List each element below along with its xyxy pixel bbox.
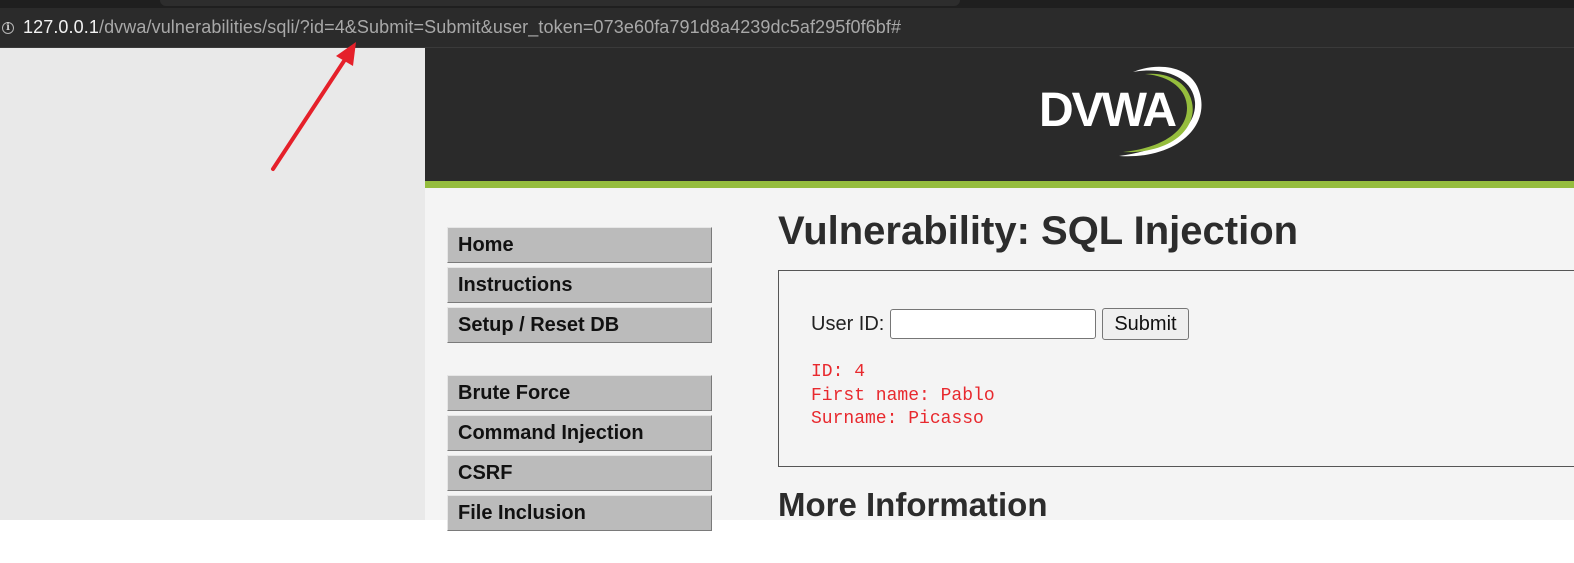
user-id-form: User ID: Submit — [811, 308, 1189, 340]
browser-tab-strip — [0, 0, 1574, 8]
result-id-line: ID: 4 — [811, 362, 866, 382]
dvwa-logo: DVWA — [1039, 66, 1202, 157]
menu-item-home[interactable]: Home — [447, 227, 712, 263]
main-content: Vulnerability: SQL Injection User ID: Su… — [778, 206, 1574, 467]
menu-item-file-inclusion[interactable]: File Inclusion — [447, 495, 712, 531]
user-id-label: User ID: — [811, 312, 885, 335]
menu-item-command-injection[interactable]: Command Injection — [447, 415, 712, 451]
address-bar[interactable]: i 127.0.0.1/dvwa/vulnerabilities/sqli/?i… — [0, 8, 1574, 48]
more-information-heading: More Information — [778, 486, 1048, 523]
menu-group-vulnerabilities: Brute Force Command Injection CSRF File … — [447, 375, 712, 531]
url-text[interactable]: 127.0.0.1/dvwa/vulnerabilities/sqli/?id=… — [23, 17, 901, 38]
dvwa-page: DVWA Home Instructions Setup / Reset DB … — [425, 48, 1574, 531]
submit-button[interactable]: Submit — [1102, 308, 1189, 340]
page-viewport: DVWA Home Instructions Setup / Reset DB … — [0, 48, 1574, 531]
logo-text: DVWA — [1039, 84, 1176, 137]
vulnerable-code-area: User ID: Submit ID: 4 First name: Pablo Su… — [778, 270, 1574, 467]
page-title: Vulnerability: SQL Injection — [778, 209, 1299, 253]
menu-item-csrf[interactable]: CSRF — [447, 455, 712, 491]
header-accent-stripe — [425, 181, 1574, 188]
menu-item-brute-force[interactable]: Brute Force — [447, 375, 712, 411]
menu-item-instructions[interactable]: Instructions — [447, 267, 712, 303]
info-icon[interactable]: i — [2, 21, 14, 34]
result-first-name-line: First name: Pablo — [811, 385, 995, 406]
url-path: /dvwa/vulnerabilities/sqli/?id=4&Submit=… — [98, 17, 902, 37]
menu-group-general: Home Instructions Setup / Reset DB — [447, 227, 712, 343]
result-surname-line: Surname: Picasso — [811, 409, 984, 429]
user-id-input[interactable] — [890, 309, 1097, 339]
sidebar-menu: Home Instructions Setup / Reset DB Brute… — [447, 227, 712, 563]
url-host: 127.0.0.1 — [23, 17, 99, 37]
query-result: ID: 4 First name: Pablo Surname: Picasso — [811, 361, 995, 432]
active-tab[interactable] — [160, 0, 960, 6]
page-header: DVWA — [425, 48, 1574, 181]
menu-item-setup-reset-db[interactable]: Setup / Reset DB — [447, 307, 712, 343]
